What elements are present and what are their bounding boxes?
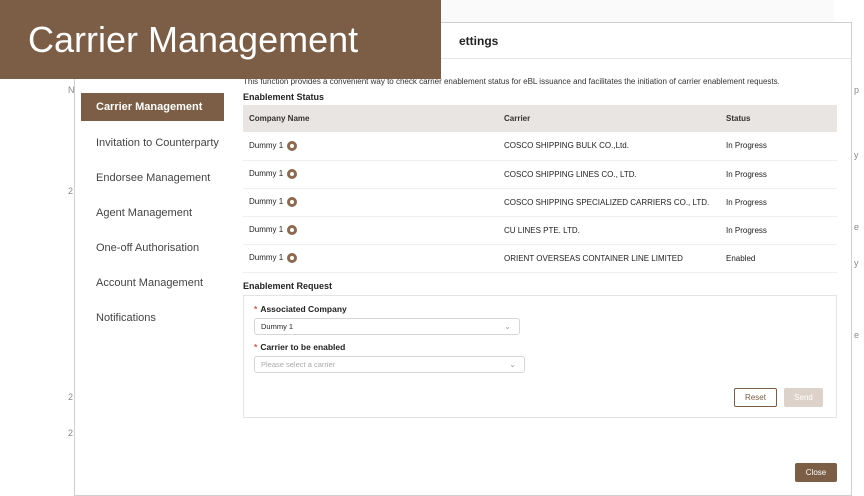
column-header-company: Company Name <box>249 114 310 123</box>
status-cell: In Progress <box>720 160 837 189</box>
sidebar-item-label: Carrier Management <box>96 101 203 113</box>
company-badge-icon <box>287 169 298 179</box>
sidebar-item-endorsee-management[interactable]: Endorsee Management <box>81 160 224 195</box>
background-text: y <box>854 258 859 268</box>
sidebar-item-label: Account Management <box>96 276 204 289</box>
associated-company-value: Dummy 1 <box>261 321 294 331</box>
table-row: Dummy 1 COSCO SHIPPING BULK CO.,Ltd. In … <box>243 132 837 161</box>
background-text: 2 <box>68 392 74 402</box>
company-badge-icon <box>287 140 298 151</box>
chevron-down-icon: ⌄ <box>504 321 511 331</box>
carrier-cell: COSCO SHIPPING SPECIALIZED CARRIERS CO.,… <box>498 188 720 217</box>
carrier-select-placeholder: Please select a carrier <box>261 359 336 369</box>
table-header-row: Company Name Carrier Status <box>243 105 837 132</box>
sidebar-item-label: Notifications <box>96 311 156 324</box>
company-cell: Dummy 1 <box>243 216 498 245</box>
company-name: Dummy 1 <box>249 169 284 179</box>
settings-sidebar: Carrier Management Invitation to Counter… <box>81 93 224 335</box>
reset-button[interactable]: Reset <box>734 387 777 407</box>
company-badge-icon <box>287 253 298 263</box>
background-text: 2 <box>68 186 74 196</box>
close-button[interactable]: Close <box>795 463 837 482</box>
table-row: Dummy 1 COSCO SHIPPING LINES CO., LTD. I… <box>243 160 837 189</box>
company-cell: Dummy 1 <box>243 132 498 161</box>
sidebar-item-invitation-to-counterparty[interactable]: Invitation to Counterparty <box>81 125 224 160</box>
enablement-status-table: Company Name Carrier Status Dummy 1 COSC… <box>243 105 837 273</box>
background-text: e <box>854 330 860 340</box>
carrier-settings-modal: ettings Carrier Management Invitation to… <box>74 22 852 496</box>
enablement-status-title: Enablement Status <box>243 92 325 102</box>
sidebar-item-carrier-management[interactable]: Carrier Management <box>81 93 224 121</box>
carrier-cell: ORIENT OVERSEAS CONTAINER LINE LIMITED <box>498 244 720 273</box>
modal-title: ettings <box>459 33 499 48</box>
company-name: Dummy 1 <box>249 140 284 150</box>
enablement-request-title: Enablement Request <box>243 280 333 291</box>
sidebar-item-label: Agent Management <box>96 206 193 219</box>
required-asterisk: * <box>254 341 258 352</box>
sidebar-item-one-off-authorisation[interactable]: One-off Authorisation <box>81 230 224 265</box>
zoomed-section-caption: Carrier Management <box>0 0 441 79</box>
status-cell: In Progress <box>720 188 837 217</box>
company-cell: Dummy 1 <box>243 160 498 189</box>
carrier-cell: COSCO SHIPPING LINES CO., LTD. <box>498 160 720 189</box>
sidebar-item-account-management[interactable]: Account Management <box>81 265 224 300</box>
company-cell: Dummy 1 <box>243 188 498 217</box>
send-button[interactable]: Send <box>784 387 823 407</box>
carrier-to-enable-label: * Carrier to be enabled <box>254 341 346 352</box>
company-name: Dummy 1 <box>249 253 284 263</box>
company-badge-icon <box>287 197 298 207</box>
associated-company-select[interactable]: Dummy 1 ⌄ <box>254 317 520 335</box>
background-text: e <box>854 222 860 232</box>
required-asterisk: * <box>254 303 258 314</box>
column-header-status: Status <box>726 114 751 123</box>
carrier-management-content: This function provides a convenient way … <box>243 77 837 418</box>
company-name: Dummy 1 <box>249 197 284 207</box>
sidebar-item-agent-management[interactable]: Agent Management <box>81 195 224 230</box>
status-cell: In Progress <box>720 132 837 161</box>
background-text: 2 <box>68 428 74 438</box>
table-row: Dummy 1 ORIENT OVERSEAS CONTAINER LINE L… <box>243 244 837 273</box>
sidebar-item-label: One-off Authorisation <box>96 241 200 254</box>
sidebar-item-label: Invitation to Counterparty <box>96 136 219 149</box>
carrier-cell: COSCO SHIPPING BULK CO.,Ltd. <box>498 132 720 161</box>
carrier-select[interactable]: Please select a carrier ⌄ <box>254 355 525 373</box>
background-text: p <box>854 85 860 95</box>
status-cell: Enabled <box>720 244 837 273</box>
sidebar-item-label: Endorsee Management <box>96 171 211 184</box>
chevron-down-icon: ⌄ <box>509 359 516 369</box>
associated-company-label: * Associated Company <box>254 303 347 314</box>
status-cell: In Progress <box>720 216 837 245</box>
table-row: Dummy 1 COSCO SHIPPING SPECIALIZED CARRI… <box>243 188 837 217</box>
enablement-request-form: * Associated Company Dummy 1 ⌄ * Carrier t… <box>243 294 837 418</box>
carrier-cell: CU LINES PTE. LTD. <box>498 216 720 245</box>
company-cell: Dummy 1 <box>243 244 498 273</box>
column-header-carrier: Carrier <box>504 114 531 123</box>
company-name: Dummy 1 <box>249 225 284 235</box>
sidebar-item-notifications[interactable]: Notifications <box>81 300 224 335</box>
company-badge-icon <box>287 225 298 235</box>
background-text: y <box>854 150 859 160</box>
table-row: Dummy 1 CU LINES PTE. LTD. In Progress <box>243 216 837 245</box>
